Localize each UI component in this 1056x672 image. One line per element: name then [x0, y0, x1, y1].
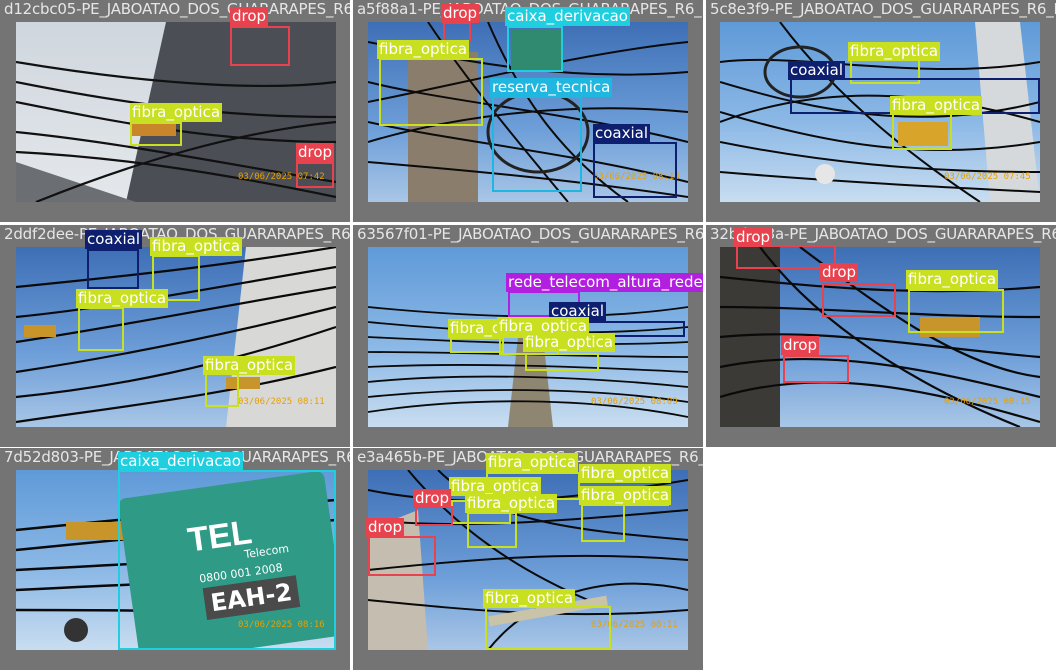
label-coaxial: coaxial: [593, 124, 651, 143]
label-coaxial: coaxial: [788, 61, 846, 80]
label-drop: drop: [781, 336, 820, 355]
label-fibra-optica: fibra_optica: [76, 289, 169, 308]
label-fibra-optica: fibra_optica: [890, 96, 983, 115]
bbox-fibra-optica: [892, 112, 952, 150]
image-caption: 5c8e3f9-PE_JABOATAO_DOS_GUARARAPES_R6_P: [710, 0, 1056, 18]
bbox-fibra-optica: [908, 289, 1004, 333]
bbox-caixa-derivacao: [507, 26, 563, 72]
bbox-drop: [230, 26, 290, 66]
bbox-drop: [415, 506, 453, 526]
bbox-fibra-optica: [525, 353, 599, 371]
timestamp: 03/06/2025 07:45: [944, 172, 1031, 182]
label-fibra-optica: fibra_optica: [150, 237, 243, 256]
bbox-fibra-optica: [78, 307, 124, 351]
bbox-coaxial: [593, 142, 677, 198]
bbox-drop: [783, 355, 849, 383]
bbox-coaxial: [87, 249, 139, 289]
image-caption: 63567f01-PE_JABOATAO_DOS_GUARARAPES_R6_P: [357, 225, 703, 243]
label-drop: drop: [441, 4, 480, 23]
label-drop: drop: [734, 228, 773, 247]
label-drop: drop: [230, 7, 269, 26]
label-fibra-optica: fibra_optica: [523, 333, 616, 352]
bbox-drop: [296, 162, 334, 188]
image-tile-3[interactable]: 03/06/2025 07:45 5c8e3f9-PE_JABOATAO_DOS…: [706, 0, 1056, 222]
timestamp: 03/06/2025 08:11: [238, 397, 325, 407]
bbox-fibra-optica: [467, 512, 517, 548]
image-tile-7[interactable]: TEL Telecom 0800 001 2008 EAH-2 03/06/20…: [0, 448, 350, 670]
bbox-fibra-optica: [130, 122, 182, 146]
image-tile-8[interactable]: 03/06/2025 08:11 e3a465b-PE_JABOATAO_DOS…: [353, 448, 703, 670]
label-fibra-optica: fibra_optica: [579, 486, 672, 505]
label-coaxial: coaxial: [85, 230, 143, 249]
label-fibra-optica: fibra_optica: [377, 40, 470, 59]
label-fibra-optica: fibra_optica: [203, 356, 296, 375]
image-tile-4[interactable]: 03/06/2025 08:11 2ddf2dee-PE_JABOATAO_DO…: [0, 225, 350, 447]
bbox-fibra-optica: [205, 373, 239, 407]
image-caption: d12cbc05-PE_JABOATAO_DOS_GUARARAPES_R6_P: [4, 0, 350, 18]
bbox-drop: [368, 536, 436, 576]
timestamp: 03/06/2025 08:09: [591, 397, 678, 407]
timestamp: 03/06/2025 08:15: [944, 397, 1031, 407]
label-drop: drop: [366, 518, 405, 537]
label-fibra-optica: fibra_optica: [483, 589, 576, 608]
image-tile-6[interactable]: 03/06/2025 08:15 32bd0e3a-PE_JABOATAO_DO…: [706, 225, 1056, 447]
image-tile-2[interactable]: 03/06/2025 08:13 a5f88a1-PE_JABOATAO_DOS…: [353, 0, 703, 222]
image-tile-1[interactable]: 03/06/2025 07:42 d12cbc05-PE_JABOATAO_DO…: [0, 0, 350, 222]
label-caixa-derivacao: caixa_derivacao: [118, 452, 243, 471]
label-fibra-optica: fibra_optica: [579, 464, 672, 483]
bbox-fibra-optica: [379, 58, 483, 126]
bbox-reserva-tecnica: [492, 96, 582, 192]
label-caixa-derivacao: caixa_derivacao: [505, 7, 630, 26]
bbox-caixa-derivacao: [118, 470, 336, 650]
label-fibra-optica: fibra_optica: [848, 42, 941, 61]
bbox-fibra-optica: [450, 337, 504, 353]
label-drop: drop: [820, 263, 859, 282]
bbox-drop: [822, 283, 896, 317]
label-fibra-optica: fibra_optica: [906, 270, 999, 289]
bbox-drop: [443, 22, 471, 42]
label-rede-telecom: rede_telecom_altura_rede_bt: [506, 273, 703, 292]
label-fibra-optica: fibra_optica: [486, 453, 579, 472]
label-fibra-optica: fibra_optica: [130, 103, 223, 122]
bbox-fibra-optica: [485, 606, 611, 650]
label-drop: drop: [296, 143, 335, 162]
image-tile-5[interactable]: 03/06/2025 08:09 63567f01-PE_JABOATAO_DO…: [353, 225, 703, 447]
bbox-fibra-optica: [581, 504, 625, 542]
label-fibra-optica: fibra_optica: [465, 494, 558, 513]
label-drop: drop: [413, 489, 452, 508]
label-reserva-tecnica: reserva_tecnica: [490, 78, 613, 97]
